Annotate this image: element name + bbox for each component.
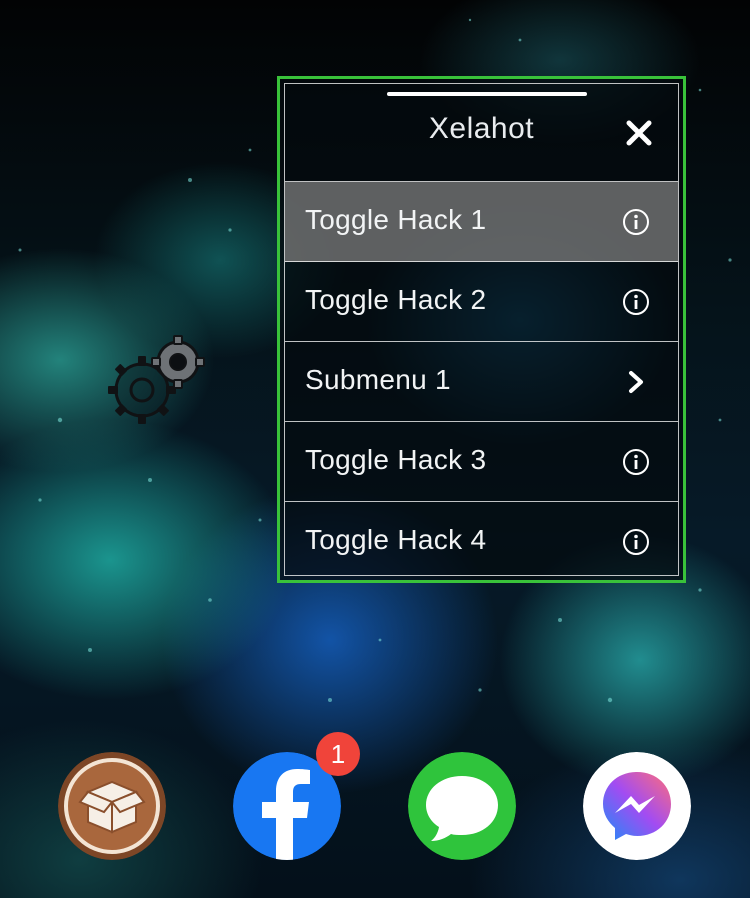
menu-item-label: Toggle Hack 3	[305, 444, 487, 475]
chevron-right-icon	[629, 371, 643, 393]
notification-badge: 1	[316, 732, 360, 776]
info-icon[interactable]	[622, 528, 650, 556]
menu-title: Xelahot	[428, 112, 535, 145]
drag-handle[interactable]	[387, 92, 587, 96]
mod-menu-panel: Xelahot Toggle Hack 1 Toggle Hack 2 Subm…	[277, 76, 686, 583]
gears-icon[interactable]	[104, 330, 210, 434]
menu-item-toggle-hack-2[interactable]: Toggle Hack 2	[285, 262, 678, 342]
cydia-app-icon[interactable]	[58, 752, 166, 860]
info-icon[interactable]	[622, 288, 650, 316]
messages-app-icon[interactable]	[408, 752, 516, 860]
info-icon[interactable]	[622, 448, 650, 476]
menu-header[interactable]: Xelahot	[285, 84, 678, 182]
messenger-app-icon[interactable]	[583, 752, 691, 860]
menu-item-label: Toggle Hack 2	[305, 284, 487, 315]
menu-item-submenu-1[interactable]: Submenu 1	[285, 342, 678, 422]
menu-item-toggle-hack-3[interactable]: Toggle Hack 3	[285, 422, 678, 502]
info-icon[interactable]	[622, 208, 650, 236]
menu-item-toggle-hack-1[interactable]: Toggle Hack 1	[285, 182, 678, 262]
menu-item-label: Submenu 1	[305, 364, 451, 395]
close-icon[interactable]	[624, 118, 654, 148]
menu-item-toggle-hack-4[interactable]: Toggle Hack 4	[285, 502, 678, 582]
menu-item-label: Toggle Hack 1	[305, 204, 487, 235]
mod-menu-body: Xelahot Toggle Hack 1 Toggle Hack 2 Subm…	[284, 83, 679, 576]
menu-item-label: Toggle Hack 4	[305, 524, 487, 555]
home-screen: Xelahot Toggle Hack 1 Toggle Hack 2 Subm…	[0, 0, 750, 898]
